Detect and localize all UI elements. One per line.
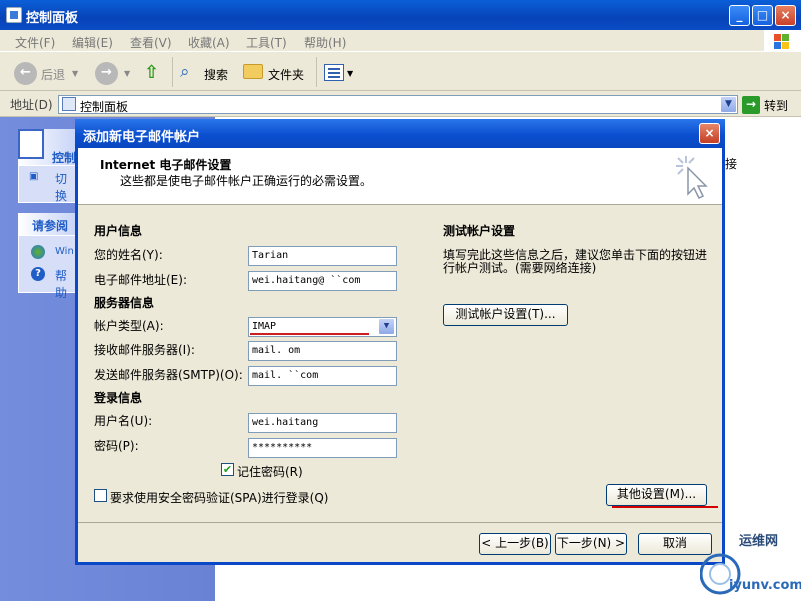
task-pane-body: ▣ 切换 [18,165,78,203]
menu-favorites[interactable]: 收藏(A) [188,34,230,51]
switch-view-icon[interactable]: ▣ [29,171,38,182]
account-type-value: IMAP [252,321,277,332]
dialog-footer-divider [78,522,722,523]
watermark-url: iyunv.com [729,578,801,593]
test-settings-heading: 测试帐户设置 [443,224,516,238]
watermark-text: 运维网 [739,534,779,549]
username-label: 用户名(U): [94,414,153,428]
help-link[interactable]: 帮助 [55,267,77,301]
incoming-server-input[interactable]: mail. om [248,341,397,361]
name-input[interactable]: Tarian [248,246,397,266]
spa-label[interactable]: 要求使用安全密码验证(SPA)进行登录(Q) [110,489,328,506]
see-also-body: Win ? 帮助 [18,235,78,300]
folders-icon[interactable] [243,64,263,79]
maximize-button[interactable]: □ [752,5,773,26]
username-input[interactable]: wei.haitang [248,413,397,433]
annotation-underline [250,333,369,335]
more-settings-button[interactable]: 其他设置(M)... [606,484,707,506]
help-icon: ? [31,267,45,281]
next-button[interactable]: 下一步(N) > [555,533,627,555]
see-also-title: 请参阅 [32,219,69,233]
back-button[interactable]: < 上一步(B) [479,533,551,555]
windows-update-icon [31,245,45,259]
user-info-heading: 用户信息 [94,224,143,238]
watermark: 运维网 iyunv.com [700,528,801,601]
menu-view[interactable]: 查看(V) [130,34,172,51]
minimize-button[interactable]: _ [729,5,750,26]
search-button-label[interactable]: 搜索 [204,66,228,83]
toolbar-separator [316,57,317,87]
go-arrow-icon[interactable]: → [742,96,760,114]
forward-dropdown-icon[interactable]: ▼ [124,69,130,78]
menu-help[interactable]: 帮助(H) [304,34,346,51]
back-button-label[interactable]: 后退 [41,66,65,83]
windows-update-link[interactable]: Win [55,246,74,257]
back-dropdown-icon[interactable]: ▼ [72,69,78,78]
annotation-underline [612,506,718,508]
task-pane-header-text: 控制 [52,151,77,165]
search-icon[interactable]: ⌕ [180,62,200,82]
menu-file[interactable]: 文件(F) [15,34,55,51]
menu-edit[interactable]: 编辑(E) [72,34,113,51]
dialog-title-bar: 添加新电子邮件帐户 [75,119,725,148]
toolbar-separator [172,57,173,87]
address-value: 控制面板 [80,100,129,114]
dialog-header: Internet 电子邮件设置 这些都是使电子邮件帐户正确运行的必需设置。 [78,148,722,205]
dialog-header-subtitle: 这些都是使电子邮件帐户正确运行的必需设置。 [120,174,373,188]
dialog-title: 添加新电子邮件帐户 [83,130,201,145]
remember-password-checkbox[interactable]: ✔ [221,463,234,476]
control-panel-icon [6,7,22,23]
email-input[interactable]: wei.haitang@ ``com [248,271,397,291]
wizard-cursor-icon [676,156,708,200]
views-icon[interactable] [324,64,344,81]
back-arrow-icon[interactable]: ← [14,62,37,85]
server-info-heading: 服务器信息 [94,296,155,310]
outgoing-server-label: 发送邮件服务器(SMTP)(O): [94,368,243,382]
switch-view-link[interactable]: 切换 [55,170,77,204]
test-account-button[interactable]: 测试帐户设置(T)... [443,304,568,326]
address-dropdown-icon[interactable]: ▼ [720,96,737,113]
test-description-line2: 行帐户测试。(需要网络连接) [443,261,597,275]
address-field[interactable]: 控制面板 ▼ [58,95,738,114]
dialog-header-title: Internet 电子邮件设置 [100,158,232,172]
go-button-label[interactable]: 转到 [764,97,788,114]
dialog-close-button[interactable]: × [699,123,720,144]
menu-tools[interactable]: 工具(T) [246,34,287,51]
menu-bar: 文件(F) 编辑(E) 查看(V) 收藏(A) 工具(T) 帮助(H) [0,30,801,52]
remember-password-label[interactable]: 记住密码(R) [237,463,303,480]
folders-button-label[interactable]: 文件夹 [268,66,304,83]
up-folder-icon[interactable]: ⇧ [144,62,164,84]
account-type-dropdown-icon[interactable]: ▼ [378,318,395,335]
password-label: 密码(P): [94,439,139,453]
windows-logo-icon [764,30,801,52]
control-panel-icon [62,97,76,111]
views-dropdown-icon[interactable]: ▼ [347,69,353,78]
see-also-header: 请参阅 [18,213,78,235]
account-type-label: 帐户类型(A): [94,319,164,333]
forward-arrow-icon[interactable]: → [95,62,118,85]
email-label: 电子邮件地址(E): [94,273,187,287]
password-input[interactable]: ********** [248,438,397,458]
window-title-bar: 控制面板 _ □ × [0,0,801,30]
address-label: 地址(D) [10,98,53,112]
toolbar: ← 后退 ▼ → ▼ ⇧ ⌕ 搜索 文件夹 ▼ [0,53,801,91]
incoming-server-label: 接收邮件服务器(I): [94,343,195,357]
window-title: 控制面板 [26,11,79,26]
close-window-button[interactable]: × [775,5,796,26]
spa-checkbox[interactable] [94,489,107,502]
outgoing-server-input[interactable]: mail. ``com [248,366,397,386]
name-label: 您的姓名(Y): [94,248,163,262]
logon-info-heading: 登录信息 [94,391,143,405]
control-panel-large-icon [18,129,44,159]
content-fragment: 接 [725,157,738,171]
